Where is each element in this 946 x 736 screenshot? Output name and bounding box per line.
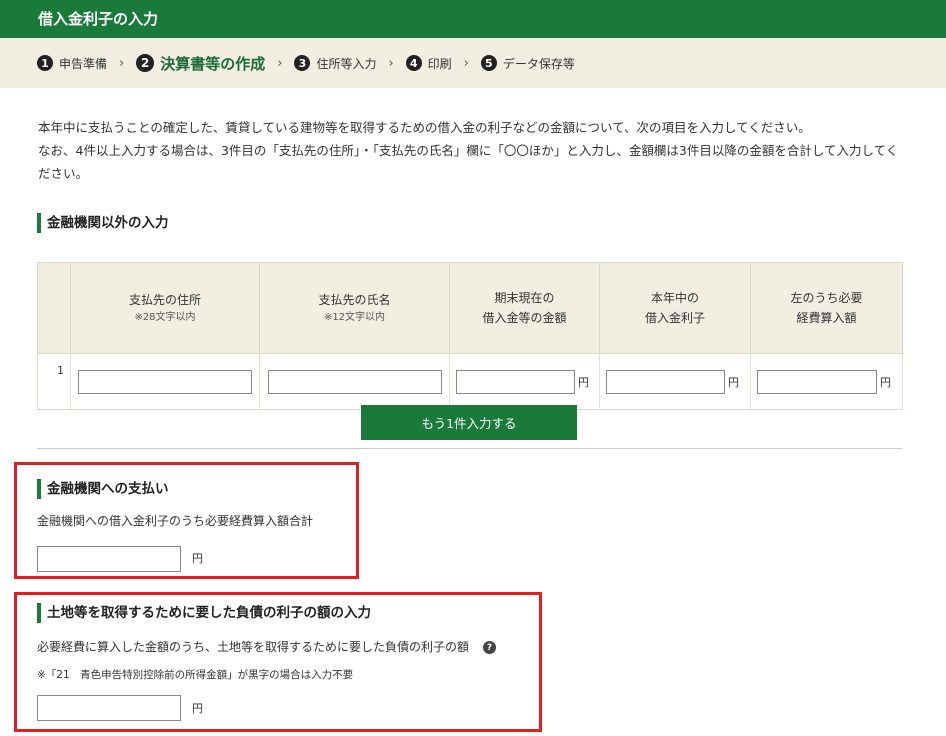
step-number: 4 — [405, 55, 422, 71]
page-title: 借入金利子の入力 — [38, 10, 159, 28]
step-2-current: 2 決算書等の作成 — [136, 53, 265, 74]
yen-unit: 円 — [578, 375, 589, 389]
intro-line-1: 本年中に支払うことの確定した、賃貸している建物等を取得するための借入金の利子など… — [38, 120, 811, 135]
section-heading-financial: 金融機関への支払い — [37, 479, 169, 499]
financial-interest-input[interactable] — [37, 546, 181, 572]
header-payee-address: 支払先の住所 ※28文字以内 — [70, 262, 260, 354]
land-interest-label: 必要経費に算入した金額のうち、土地等を取得するために要した負債の利子の額? — [37, 638, 497, 655]
financial-interest-label: 金融機関への借入金利子のうち必要経費算入額合計 — [37, 514, 314, 528]
page-header: 借入金利子の入力 — [0, 0, 946, 38]
row-number-header — [37, 262, 71, 354]
header-interest-this-year: 本年中の 借入金利子 — [599, 262, 751, 354]
loan-table: 支払先の住所 ※28文字以内 支払先の氏名 ※12文字以内 期末現在の 借入金等… — [37, 262, 903, 410]
step-label: 決算書等の作成 — [160, 54, 266, 73]
step-label: 住所等入力 — [316, 56, 377, 71]
chevron-right-icon: › — [388, 55, 394, 71]
header-loan-balance: 期末現在の 借入金等の金額 — [449, 262, 600, 354]
table-header-row: 支払先の住所 ※28文字以内 支払先の氏名 ※12文字以内 期末現在の 借入金等… — [37, 262, 903, 354]
land-interest-input[interactable] — [37, 695, 181, 721]
table-row: 1 円 円 円 — [37, 353, 903, 410]
step-label: 印刷 — [427, 56, 452, 71]
header-deductible-amount: 左のうち必要 経費算入額 — [750, 262, 903, 354]
row-number: 1 — [37, 353, 71, 410]
divider — [37, 448, 902, 449]
add-row-button[interactable]: もう1件入力する — [361, 405, 577, 440]
payee-name-input[interactable] — [267, 369, 442, 394]
yen-unit: 円 — [880, 375, 891, 389]
loan-balance-input[interactable] — [456, 369, 575, 394]
deductible-amount-input[interactable] — [757, 369, 877, 394]
chevron-right-icon: › — [277, 55, 283, 71]
step-label: 申告準備 — [59, 56, 108, 71]
yen-unit: 円 — [728, 375, 739, 389]
section-heading-non-financial: 金融機関以外の入力 — [37, 213, 169, 233]
land-interest-note: ※「21 青色申告特別控除前の所得金額」が黒字の場合は入力不要 — [37, 669, 354, 681]
header-payee-name: 支払先の氏名 ※12文字以内 — [259, 262, 450, 354]
section-heading-land: 土地等を取得するために要した負債の利子の額の入力 — [37, 603, 371, 623]
intro-line-2: なお、4件以上入力する場合は、3件目の「支払先の住所」・「支払先の氏名」欄に「〇… — [38, 143, 899, 181]
interest-input[interactable] — [606, 369, 725, 394]
step-label: データ保存等 — [502, 56, 575, 71]
step-number: 1 — [37, 55, 53, 71]
chevron-right-icon: › — [463, 55, 469, 71]
intro-text: 本年中に支払うことの確定した、賃貸している建物等を取得するための借入金の利子など… — [38, 116, 908, 185]
yen-unit: 円 — [192, 552, 203, 565]
step-number: 3 — [294, 55, 311, 71]
step-4: 4 印刷 — [405, 55, 452, 72]
step-1: 1 申告準備 — [37, 55, 107, 72]
yen-unit: 円 — [192, 702, 203, 715]
step-5: 5 データ保存等 — [480, 55, 575, 72]
progress-steps: 1 申告準備 › 2 決算書等の作成 › 3 住所等入力 › 4 印刷 › 5 … — [0, 38, 946, 88]
payee-address-input[interactable] — [78, 369, 252, 394]
chevron-right-icon: › — [119, 55, 125, 71]
step-number: 5 — [480, 55, 497, 71]
step-3: 3 住所等入力 — [294, 55, 376, 72]
step-number: 2 — [136, 54, 155, 72]
help-icon[interactable]: ? — [483, 641, 497, 654]
